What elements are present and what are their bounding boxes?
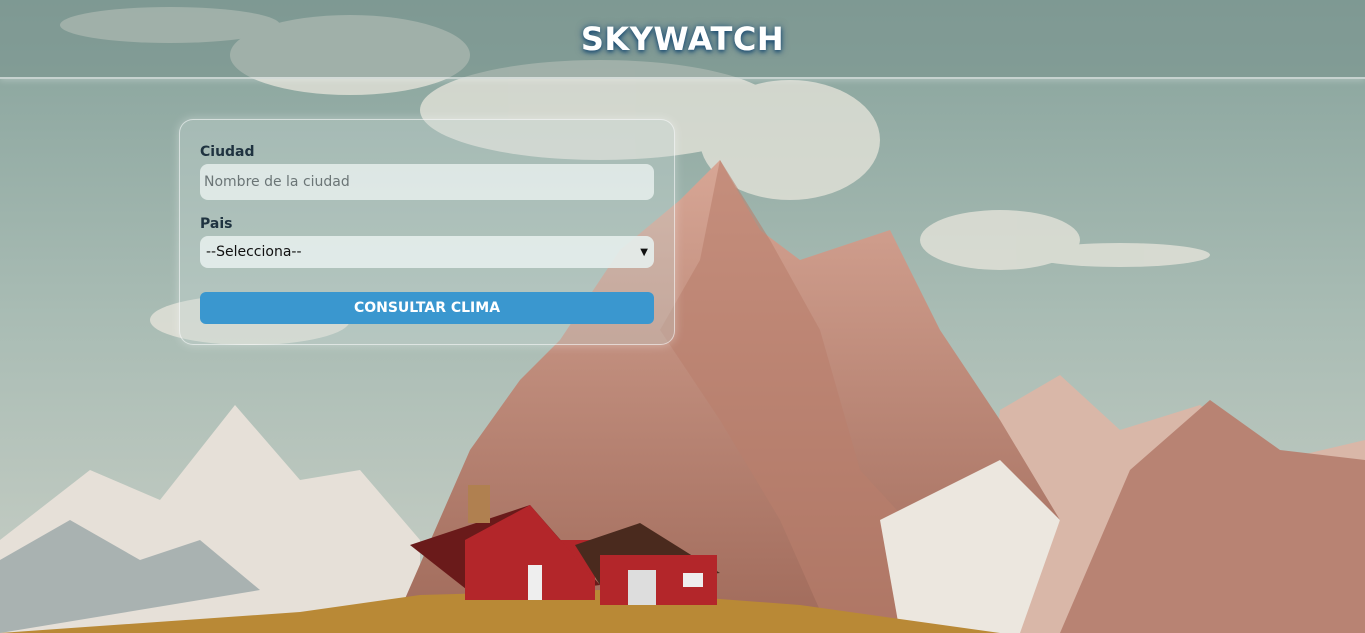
country-label: Pais bbox=[200, 216, 233, 232]
consult-weather-button[interactable]: CONSULTAR CLIMA bbox=[200, 292, 654, 324]
weather-form: Ciudad Pais --Selecciona-- ▼ CONSULTAR C… bbox=[179, 119, 675, 345]
app-header: SKYWATCH bbox=[0, 0, 1365, 79]
country-select[interactable]: --Selecciona-- ▼ bbox=[200, 236, 654, 268]
country-select-value: --Selecciona-- bbox=[206, 244, 302, 260]
city-label: Ciudad bbox=[200, 144, 255, 160]
city-input[interactable] bbox=[200, 164, 654, 200]
app-title: SKYWATCH bbox=[580, 19, 785, 58]
chevron-down-icon: ▼ bbox=[640, 246, 648, 258]
